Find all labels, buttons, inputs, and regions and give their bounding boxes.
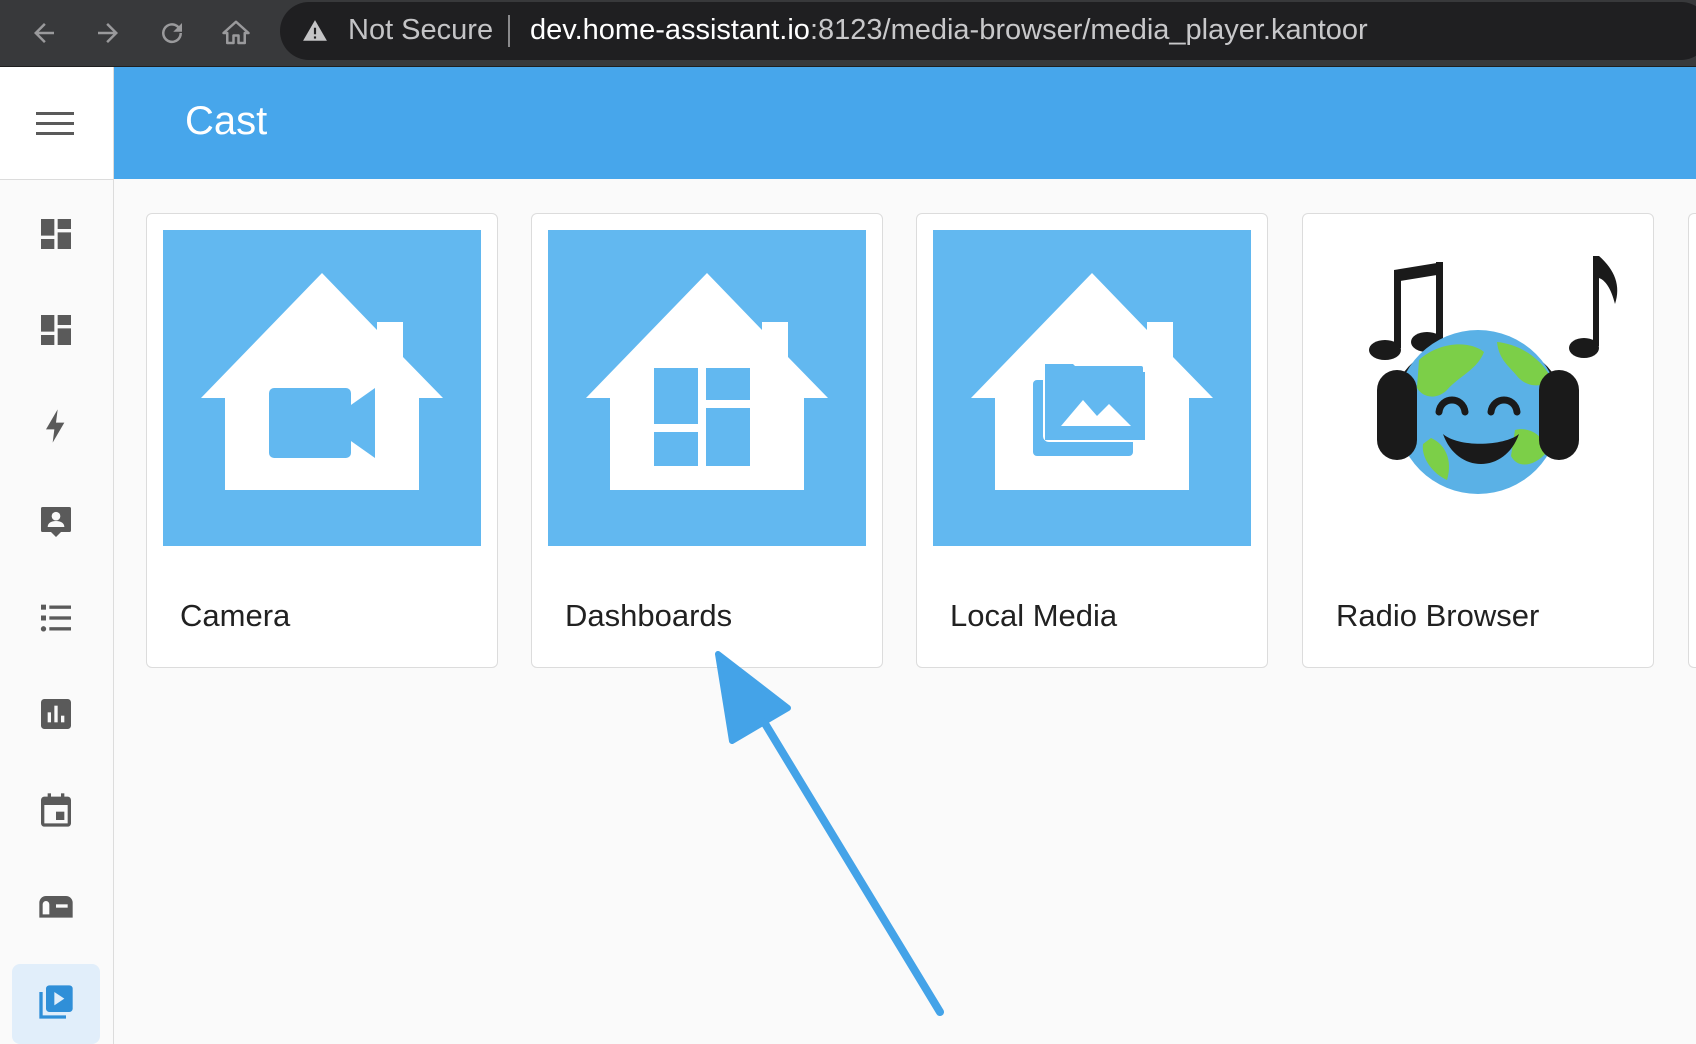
sidebar-item-map-people[interactable] bbox=[12, 484, 100, 564]
menu-icon[interactable] bbox=[36, 109, 76, 139]
sidebar-item-calendar[interactable] bbox=[12, 772, 100, 852]
local-media-house-icon bbox=[933, 230, 1251, 546]
page-title: Cast bbox=[185, 99, 268, 143]
media-card-camera[interactable]: Camera bbox=[146, 213, 498, 668]
address-bar[interactable]: Not Secure dev.home-assistant.io:8123/me… bbox=[280, 2, 1696, 60]
bar-chart-icon bbox=[36, 694, 76, 739]
dashboards-house-icon bbox=[548, 230, 866, 546]
sidebar bbox=[0, 67, 114, 1044]
app-header: Cast bbox=[114, 67, 1696, 179]
media-card-local-media[interactable]: Local Media bbox=[916, 213, 1268, 668]
card-label: Local Media bbox=[950, 598, 1118, 633]
sidebar-item-mailbox[interactable] bbox=[12, 868, 100, 948]
card-label: Dashboards bbox=[565, 598, 733, 633]
forward-arrow-icon[interactable] bbox=[88, 13, 128, 53]
sidebar-item-media[interactable] bbox=[12, 964, 100, 1044]
sidebar-item-logbook[interactable] bbox=[12, 580, 100, 660]
reload-icon[interactable] bbox=[152, 13, 192, 53]
dashboard-icon bbox=[36, 310, 76, 355]
warning-icon bbox=[302, 18, 328, 44]
sidebar-item-overview[interactable] bbox=[12, 196, 100, 276]
account-box-icon bbox=[36, 502, 76, 547]
lightning-icon bbox=[36, 406, 76, 451]
media-card-radio-browser[interactable]: Radio Browser bbox=[1302, 213, 1654, 668]
url-path: :8123/media-browser/media_player.kantoor bbox=[809, 14, 1368, 46]
url-host: dev.home-assistant.io bbox=[530, 14, 810, 46]
media-card-dashboards[interactable]: Dashboards bbox=[531, 213, 883, 668]
mailbox-icon bbox=[36, 886, 76, 931]
dashboard-icon bbox=[36, 214, 76, 259]
url-divider bbox=[508, 15, 510, 47]
sidebar-menu-area bbox=[0, 67, 113, 180]
radio-browser-globe-icon bbox=[1319, 230, 1637, 546]
card-label: Radio Browser bbox=[1336, 598, 1540, 633]
play-box-multiple-icon bbox=[36, 982, 76, 1027]
security-label: Not Secure bbox=[348, 14, 494, 46]
sidebar-item-history[interactable] bbox=[12, 676, 100, 756]
calendar-icon bbox=[36, 790, 76, 835]
back-arrow-icon[interactable] bbox=[24, 13, 64, 53]
browser-toolbar: Not Secure dev.home-assistant.io:8123/me… bbox=[0, 0, 1696, 67]
camera-house-icon bbox=[163, 230, 481, 546]
format-list-icon bbox=[36, 598, 76, 643]
card-label: Camera bbox=[180, 598, 291, 633]
media-card-partial[interactable] bbox=[1688, 213, 1696, 668]
sidebar-item-energy[interactable] bbox=[12, 388, 100, 468]
sidebar-item-dashboard[interactable] bbox=[12, 292, 100, 372]
home-icon[interactable] bbox=[216, 13, 256, 53]
url-text: dev.home-assistant.io:8123/media-browser… bbox=[530, 14, 1368, 47]
